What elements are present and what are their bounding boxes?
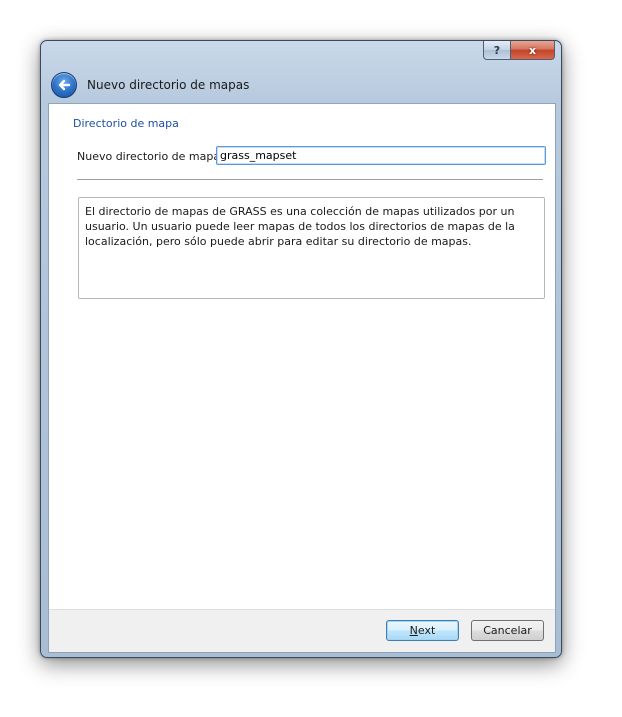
wizard-footer: Next Cancelar — [49, 609, 555, 652]
close-icon: x — [528, 43, 537, 57]
section-title: Directorio de mapa — [73, 117, 179, 130]
next-button[interactable]: Next — [386, 620, 459, 641]
help-icon: ? — [493, 43, 501, 57]
caption-buttons: ? x — [483, 41, 555, 60]
mapset-label: Nuevo directorio de mapas: — [77, 150, 230, 163]
description-box: El directorio de mapas de GRASS es una c… — [78, 197, 545, 299]
back-button[interactable] — [51, 72, 77, 98]
separator — [77, 179, 543, 181]
wizard-page: Directorio de mapa Nuevo directorio de m… — [48, 103, 556, 653]
wizard-header: Nuevo directorio de mapas — [48, 67, 554, 103]
close-button[interactable]: x — [511, 41, 555, 60]
next-label: ext — [417, 624, 436, 637]
cancel-button[interactable]: Cancelar — [471, 620, 544, 641]
back-arrow-icon — [58, 79, 71, 91]
wizard-window: ? x Nuevo directorio de mapas Directorio… — [40, 40, 562, 658]
help-button[interactable]: ? — [483, 41, 511, 60]
next-accel: N — [409, 624, 418, 637]
wizard-title: Nuevo directorio de mapas — [87, 78, 250, 92]
mapset-input[interactable] — [216, 146, 546, 165]
